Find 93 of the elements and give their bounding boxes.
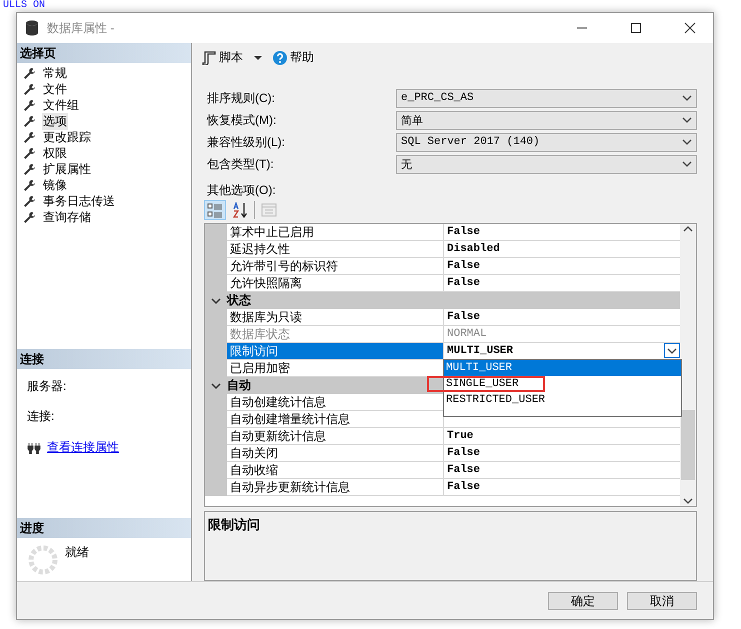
sidebar-item[interactable]: 文件组 — [42, 96, 80, 114]
dropdown-option[interactable]: SINGLE_USER — [427, 376, 545, 392]
field-label: 排序规则(C): — [206, 90, 276, 107]
property-name[interactable]: 数据库为只读 — [227, 309, 444, 326]
wrench-icon — [23, 146, 36, 160]
window-title: 数据库属性 - — [47, 20, 116, 36]
sidebar-item[interactable]: 事务日志传送 — [42, 192, 116, 210]
chevron-down-icon — [682, 95, 692, 102]
property-value: False — [447, 310, 480, 326]
database-icon — [25, 20, 39, 36]
wrench-icon — [23, 130, 36, 144]
property-name[interactable]: 允许带引号的标识符 — [227, 258, 444, 276]
dropdown-option[interactable]: MULTI_USER — [444, 360, 681, 376]
chevron-down-icon — [682, 117, 692, 124]
status-text: 就绪 — [65, 544, 89, 561]
plug-icon — [27, 442, 41, 454]
description-panel: 限制访问 — [204, 510, 697, 581]
help-button[interactable]: 帮助 — [271, 49, 316, 66]
group-header[interactable]: 状态 — [205, 292, 680, 310]
wrench-icon — [23, 114, 36, 128]
sidebar-item[interactable]: 选项 — [42, 112, 68, 130]
help-icon — [273, 50, 287, 65]
field-label: 连接: — [27, 409, 56, 425]
sidebar-item[interactable]: 更改跟踪 — [42, 128, 92, 146]
window-icon — [261, 203, 277, 218]
sort-icon — [232, 202, 248, 218]
code-text: ULLS ON — [3, 0, 46, 11]
cancel-button[interactable]: 取消 — [627, 592, 697, 610]
row-gutter — [205, 479, 227, 496]
property-name[interactable]: 自动创建统计信息 — [227, 394, 444, 412]
sidebar-item[interactable]: 文件 — [42, 80, 68, 98]
dropdown-field[interactable]: 简单 — [396, 110, 697, 130]
property-name[interactable]: 自动收缩 — [227, 462, 444, 480]
property-value: False — [447, 259, 480, 274]
property-name[interactable]: 延迟持久性 — [227, 241, 444, 258]
field-label: 包含类型(T): — [206, 156, 275, 173]
field-label: 服务器: — [27, 379, 68, 395]
script-button[interactable]: 脚本 — [200, 49, 245, 66]
section-header: 选择页 — [17, 43, 191, 63]
maximize-icon[interactable] — [630, 22, 642, 34]
wrench-icon — [23, 162, 36, 176]
section-header: 进度 — [17, 518, 191, 538]
wrench-icon — [23, 98, 36, 112]
section-header: 连接 — [17, 349, 191, 369]
sidebar-item[interactable]: 权限 — [42, 144, 68, 162]
wrench-icon — [23, 66, 36, 80]
connection-properties-link[interactable]: 查看连接属性 — [47, 439, 119, 456]
scrollbar-thumb[interactable] — [681, 410, 695, 480]
list-icon — [207, 202, 223, 218]
sidebar-item[interactable]: 查询存储 — [42, 208, 92, 226]
property-name[interactable]: 自动关闭 — [227, 445, 444, 462]
property-value: MULTI_USER — [447, 344, 514, 360]
property-value: False — [447, 446, 480, 462]
property-name[interactable]: 自动创建增量统计信息 — [227, 411, 444, 428]
property-value: False — [447, 480, 480, 496]
chevron-down-icon — [667, 348, 677, 354]
ok-button[interactable]: 确定 — [548, 592, 618, 610]
row-gutter — [205, 224, 227, 242]
sidebar-item[interactable]: 常规 — [42, 64, 68, 82]
dropdown-option[interactable]: RESTRICTED_USER — [444, 392, 681, 408]
chevron-down-icon[interactable] — [211, 296, 221, 306]
property-value: True — [447, 429, 474, 444]
property-name[interactable]: 算术中止已启用 — [227, 224, 444, 242]
categorized-view-button[interactable] — [204, 200, 226, 220]
field-label: 恢复模式(M): — [206, 112, 278, 129]
dropdown-field[interactable]: e_PRC_CS_AS — [396, 88, 697, 108]
chevron-down-icon — [683, 496, 693, 506]
field-label: 兼容性级别(L): — [206, 134, 286, 151]
property-name[interactable]: 限制访问 — [227, 343, 444, 360]
property-value: False — [447, 276, 480, 292]
script-icon — [202, 50, 216, 65]
chevron-down-icon — [682, 161, 692, 168]
wrench-icon — [23, 82, 36, 96]
property-value: False — [447, 463, 480, 478]
dropdown-button[interactable] — [664, 343, 680, 358]
sidebar-item[interactable]: 镜像 — [42, 176, 68, 194]
field-label: 其他选项(O): — [207, 182, 277, 198]
property-value: False — [447, 225, 480, 240]
property-name[interactable]: 自动更新统计信息 — [227, 428, 444, 446]
close-icon[interactable] — [684, 22, 696, 34]
wrench-icon — [23, 178, 36, 192]
wrench-icon — [23, 194, 36, 208]
wrench-icon — [23, 210, 36, 224]
property-value: NORMAL — [447, 327, 487, 342]
property-value: Disabled — [447, 242, 500, 258]
dropdown-field[interactable]: 无 — [396, 154, 697, 174]
property-name[interactable]: 自动异步更新统计信息 — [227, 479, 444, 496]
dropdown-field[interactable]: SQL Server 2017 (140) — [396, 132, 697, 152]
sidebar-item[interactable]: 扩展属性 — [42, 160, 92, 178]
spinner-icon — [27, 544, 59, 576]
scrollbar[interactable] — [680, 224, 696, 506]
chevron-down-icon[interactable] — [211, 380, 221, 391]
chevron-down-icon — [682, 139, 692, 146]
